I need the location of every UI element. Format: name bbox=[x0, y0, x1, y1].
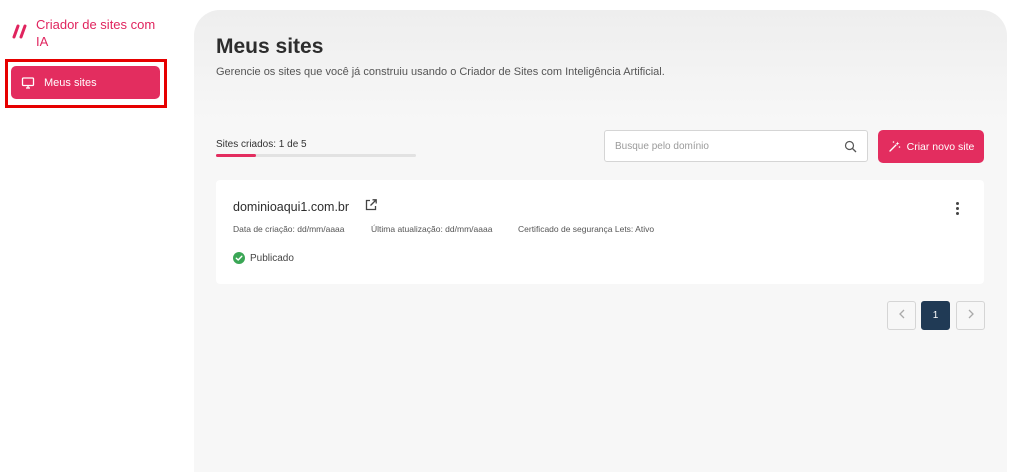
monitor-icon bbox=[21, 76, 35, 90]
sidebar-item-label: Meus sites bbox=[44, 76, 97, 89]
sites-progress-fill bbox=[216, 154, 256, 157]
site-certificate-status: Certificado de segurança Lets: Ativo bbox=[518, 224, 655, 234]
magic-wand-icon bbox=[888, 140, 901, 153]
site-card: dominioaqui1.com.br Data de criação: dd/… bbox=[216, 180, 984, 284]
sites-counter-label: Sites criados: 1 de 5 bbox=[216, 139, 307, 150]
pagination-page-button[interactable]: 1 bbox=[921, 301, 950, 330]
brand-title: Criador de sites com IA bbox=[36, 17, 156, 49]
external-link-icon[interactable] bbox=[364, 198, 378, 212]
chevron-left-icon bbox=[898, 309, 906, 322]
status-badge: Publicado bbox=[233, 252, 294, 264]
create-site-button[interactable]: Criar novo site bbox=[878, 130, 984, 163]
site-domain: dominioaqui1.com.br bbox=[233, 200, 350, 214]
page-title: Meus sites bbox=[216, 35, 324, 58]
sites-progress-bar bbox=[216, 154, 416, 157]
check-circle-icon bbox=[233, 252, 245, 264]
page-subtitle: Gerencie os sites que você já construiu … bbox=[216, 66, 665, 78]
chevron-right-icon bbox=[967, 309, 975, 322]
status-label: Publicado bbox=[250, 252, 294, 264]
pagination-next-button[interactable] bbox=[956, 301, 985, 330]
more-options-icon[interactable] bbox=[952, 200, 962, 216]
search-icon[interactable] bbox=[844, 140, 857, 153]
search-input[interactable] bbox=[615, 140, 844, 152]
brand[interactable]: Criador de sites com IA bbox=[12, 16, 172, 50]
double-slash-logo-icon bbox=[12, 22, 32, 42]
site-updated-date: Última atualização: dd/mm/aaaa bbox=[371, 224, 493, 234]
main-panel: Meus sites Gerencie os sites que você já… bbox=[194, 10, 1007, 472]
sidebar-item-meus-sites[interactable]: Meus sites bbox=[11, 66, 160, 99]
app-root: Criador de sites com IA Meus sites Meus … bbox=[0, 0, 1024, 472]
create-site-label: Criar novo site bbox=[906, 140, 975, 153]
sidebar: Criador de sites com IA Meus sites bbox=[0, 0, 180, 472]
search-box[interactable] bbox=[604, 130, 868, 162]
header-background bbox=[194, 10, 1007, 120]
site-created-date: Data de criação: dd/mm/aaaa bbox=[233, 224, 345, 234]
pagination-prev-button[interactable] bbox=[887, 301, 916, 330]
